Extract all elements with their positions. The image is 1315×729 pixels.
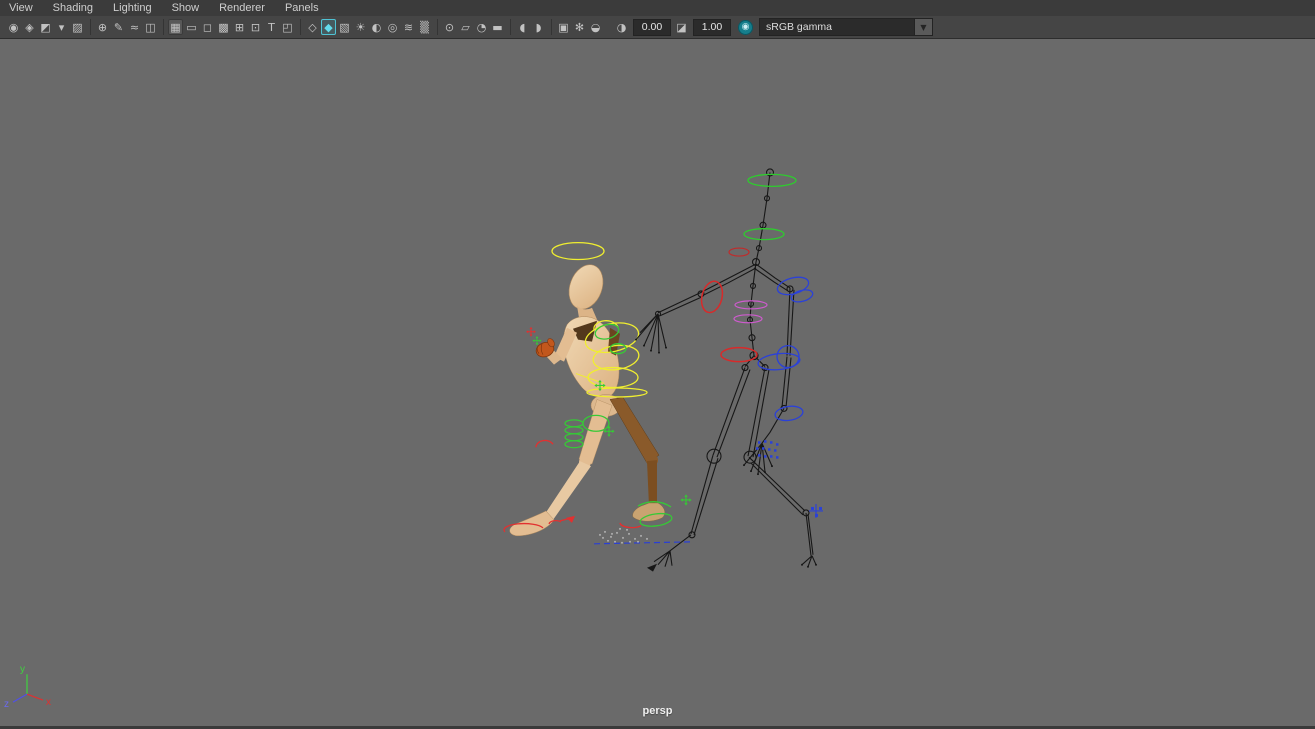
skeleton-rig-controls[interactable] <box>698 173 823 518</box>
panel-toolbar: ◉ ◈ ◩ ▾ ▨ ⊕ ✎ ≈ ◫ ▦ ▭ ◻ ▩ ⊞ ⊡ T ◰ ◇ ◆ ▧ … <box>0 16 1315 39</box>
grid-icon[interactable]: ▦ <box>168 19 183 35</box>
exposure-icon[interactable]: ◑ <box>614 19 629 35</box>
toolbar-separator <box>437 19 438 35</box>
toolbar-separator <box>551 19 552 35</box>
toolbar-separator <box>90 19 91 35</box>
smooth-shade-icon[interactable]: ◆ <box>321 19 336 35</box>
toolbar-separator <box>510 19 511 35</box>
camera-name-label: persp <box>642 705 673 717</box>
toolbar-separator <box>300 19 301 35</box>
menu-panels[interactable]: Panels <box>276 0 330 16</box>
field-chart-icon[interactable]: ⊞ <box>232 19 247 35</box>
gpu-cache-icon[interactable]: ◖ <box>515 19 530 35</box>
gate-mask-icon[interactable]: ▩ <box>216 19 231 35</box>
character-mesh[interactable] <box>509 260 666 537</box>
panel-menubar: View Shading Lighting Show Renderer Pane… <box>0 0 1315 16</box>
multi-camera-icon[interactable]: ◫ <box>143 19 158 35</box>
axis-indicator: y x z <box>4 664 51 710</box>
lock-camera-icon[interactable]: ◈ <box>22 19 37 35</box>
hud-icon[interactable]: ◰ <box>280 19 295 35</box>
safe-action-icon[interactable]: ⊡ <box>248 19 263 35</box>
scene-assembly-icon[interactable]: ▣ <box>556 19 571 35</box>
chevron-down-icon: ▼ <box>914 19 932 35</box>
exposure-field[interactable] <box>633 18 671 36</box>
view-transform-value: sRGB gamma <box>766 21 832 33</box>
film-gate-icon[interactable]: ▭ <box>184 19 199 35</box>
menu-show[interactable]: Show <box>163 0 211 16</box>
motion-blur-icon[interactable]: ≋ <box>401 19 416 35</box>
grease-pencil-icon[interactable]: ✎ <box>111 19 126 35</box>
safe-title-icon[interactable]: T <box>264 19 279 35</box>
gamma-icon[interactable]: ◪ <box>674 19 689 35</box>
color-management-icon[interactable]: ◉ <box>738 19 753 35</box>
use-all-lights-icon[interactable]: ☀ <box>353 19 368 35</box>
image-plane-icon[interactable]: ▨ <box>70 19 85 35</box>
menu-view[interactable]: View <box>0 0 44 16</box>
menu-renderer[interactable]: Renderer <box>210 0 276 16</box>
image-plane-display-icon[interactable]: ▬ <box>490 19 505 35</box>
two-d-pan-zoom-icon[interactable]: ⊕ <box>95 19 110 35</box>
xray-joints-icon[interactable]: ◔ <box>474 19 489 35</box>
viewport-canvas[interactable]: y x z <box>0 39 1315 726</box>
textured-icon[interactable]: ▧ <box>337 19 352 35</box>
bookmark-icon[interactable]: ▾ <box>54 19 69 35</box>
menu-shading[interactable]: Shading <box>44 0 104 16</box>
shadows-icon[interactable]: ◐ <box>369 19 384 35</box>
toolbar-separator <box>163 19 164 35</box>
gamma-field[interactable] <box>693 18 731 36</box>
stereo-icon[interactable]: ◒ <box>588 19 603 35</box>
menu-lighting[interactable]: Lighting <box>104 0 163 16</box>
axis-y-label: y <box>20 664 25 675</box>
select-camera-icon[interactable]: ◉ <box>6 19 21 35</box>
view-transform-dropdown[interactable]: sRGB gamma ▼ <box>759 18 933 36</box>
camera-shake-icon[interactable]: ≈ <box>127 19 142 35</box>
wireframe-icon[interactable]: ◇ <box>305 19 320 35</box>
xray-icon[interactable]: ▱ <box>458 19 473 35</box>
occlusion-icon[interactable]: ◎ <box>385 19 400 35</box>
isolate-select-icon[interactable]: ⊙ <box>442 19 457 35</box>
plugin-shapes-icon[interactable]: ◗ <box>531 19 546 35</box>
resolution-gate-icon[interactable]: ◻ <box>200 19 215 35</box>
paint-effects-icon[interactable]: ✻ <box>572 19 587 35</box>
camera-attributes-icon[interactable]: ◩ <box>38 19 53 35</box>
perspective-viewport[interactable]: y x z persp <box>0 39 1315 729</box>
multisample-icon[interactable]: ▒ <box>417 19 432 35</box>
ground-reference <box>593 527 695 545</box>
